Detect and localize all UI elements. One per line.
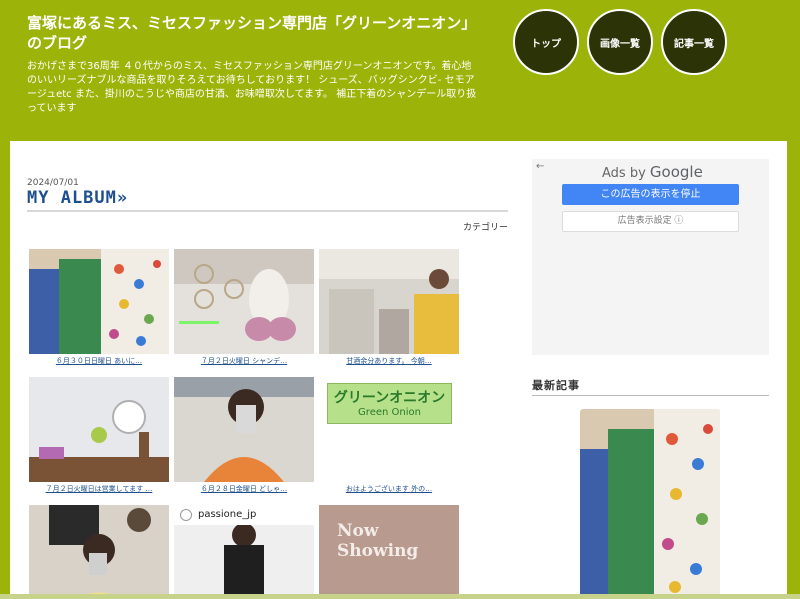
ads-by-google: Ads by Google <box>602 163 703 181</box>
album-caption[interactable]: 甘酒余分あります。 今朝… <box>319 356 459 366</box>
album-item[interactable]: Now Showing <box>319 505 459 599</box>
album-caption[interactable]: ６月２８日金曜日 どしゃ… <box>174 484 314 494</box>
album-item[interactable]: グリーンオニオン Green Onion おはようございます 外の… <box>319 377 459 494</box>
album-item[interactable]: passione_jp <box>174 505 314 599</box>
logo-text-en: Green Onion <box>358 407 421 418</box>
now-showing-text-2: Showing <box>337 541 419 561</box>
album-photo-wall-clock[interactable] <box>29 377 169 482</box>
google-label: Google <box>649 163 703 181</box>
main-panel: 2024/07/01 MY ALBUM» カテゴリー ６月３０日日曜日 あいに…… <box>10 141 787 599</box>
site-header: 富塚にあるミス、ミセスファッション専門店「グリーンオニオン」のブログ おかげさま… <box>0 0 800 140</box>
album-photo-shop-interior[interactable] <box>319 249 459 354</box>
scroll-strip <box>0 594 800 599</box>
album-item[interactable]: ７月２日火曜日 シャンデ… <box>174 249 314 366</box>
now-showing-text-1: Now <box>337 521 379 541</box>
site-description: おかげさまで36周年 ４０代からのミス、ミセスファッション専門店グリーンオニオン… <box>27 61 477 114</box>
nav-top-button[interactable]: トップ <box>513 9 579 75</box>
title-divider <box>27 210 508 212</box>
stop-ad-button[interactable]: この広告の表示を停止 <box>562 184 739 205</box>
album-photo-now-showing[interactable]: Now Showing <box>319 505 459 599</box>
post-date: 2024/07/01 <box>27 178 79 188</box>
album-photo-cardigan[interactable] <box>29 249 169 354</box>
album-item[interactable] <box>29 505 169 599</box>
post-title[interactable]: MY ALBUM» <box>27 188 128 208</box>
recent-articles-heading: 最新記事 <box>532 379 580 392</box>
album-item[interactable]: ７月２日火曜日は営業してます … <box>29 377 169 494</box>
album-caption[interactable]: ７月２日火曜日 シャンデ… <box>174 356 314 366</box>
ad-settings-button[interactable]: 広告表示設定 ⓘ <box>562 211 739 232</box>
album-caption[interactable]: ６月３０日日曜日 あいに… <box>29 356 169 366</box>
ad-back-arrow-icon[interactable]: ← <box>536 161 544 172</box>
album-photo-selfie[interactable] <box>174 377 314 482</box>
album-item[interactable]: ６月２８日金曜日 どしゃ… <box>174 377 314 494</box>
album-photo-lingerie[interactable] <box>174 249 314 354</box>
logo-text-jp: グリーンオニオン <box>333 390 446 406</box>
recent-article-photo[interactable] <box>580 409 720 599</box>
album-caption[interactable]: おはようございます 外の… <box>319 484 459 494</box>
album-photo-mirror-selfie[interactable] <box>29 505 169 599</box>
nav-articles-button[interactable]: 記事一覧 <box>661 9 727 75</box>
instagram-handle: passione_jp <box>198 509 257 520</box>
recent-divider <box>532 395 769 396</box>
ad-panel: ← Ads by Google この広告の表示を停止 広告表示設定 ⓘ <box>532 159 769 355</box>
album-item[interactable]: 甘酒余分あります。 今朝… <box>319 249 459 366</box>
nav-images-button[interactable]: 画像一覧 <box>587 9 653 75</box>
category-link[interactable]: カテゴリー <box>463 220 508 233</box>
album-photo-logo[interactable]: グリーンオニオン Green Onion <box>319 377 459 482</box>
album-caption[interactable]: ７月２日火曜日は営業してます … <box>29 484 169 494</box>
site-title[interactable]: 富塚にあるミス、ミセスファッション専門店「グリーンオニオン」のブログ <box>27 13 477 53</box>
ads-by-label: Ads by <box>602 166 646 181</box>
album-item[interactable]: ６月３０日日曜日 あいに… <box>29 249 169 366</box>
album-photo-instagram-post[interactable]: passione_jp <box>174 505 314 599</box>
